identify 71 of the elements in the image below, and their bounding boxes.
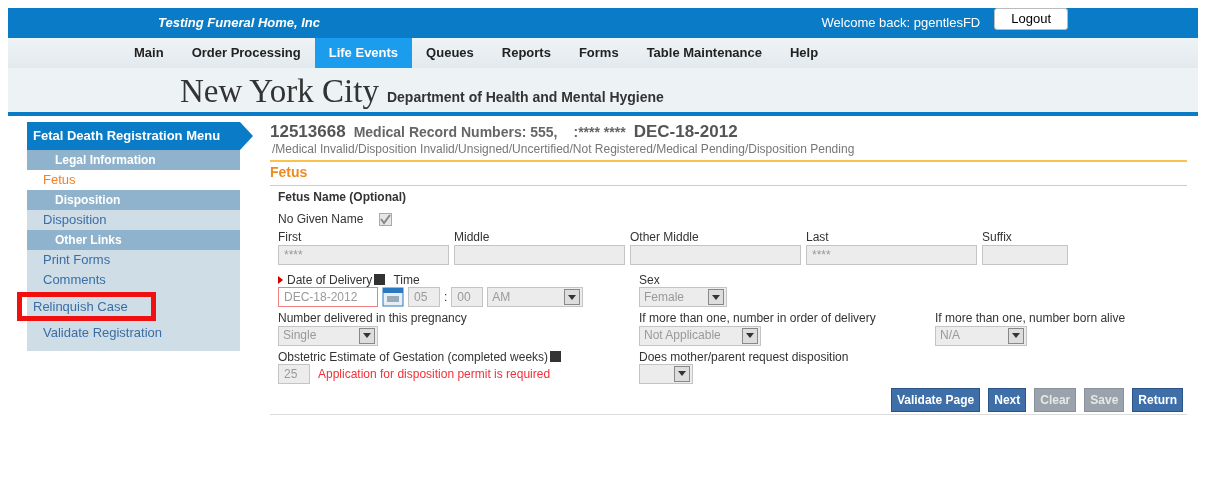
dropdown-value: N/A (940, 328, 960, 343)
nav-tab[interactable]: Table Maintenance (632, 38, 776, 68)
menu-link[interactable]: Fetus (27, 170, 240, 190)
field-label: Last (806, 230, 830, 245)
field-label: If more than one, number in order of delivery (639, 311, 877, 326)
menu-link[interactable]: Validate Registration (27, 323, 240, 343)
calendar-icon[interactable] (382, 287, 404, 308)
dropdown-value: Female (644, 289, 684, 305)
field-label: Middle (454, 230, 491, 245)
nav-tab[interactable]: Main (120, 38, 178, 68)
status-text: /Medical Invalid/Disposition Invalid/Unsigned/Uncertified/Not Registered/Medical Pending/Disposition Pending (270, 142, 1187, 162)
section-title: Fetus (270, 161, 1187, 186)
field-label: First (278, 230, 303, 245)
nav-tab[interactable]: Queues (412, 38, 488, 68)
menu-section-header: Legal Information (27, 150, 240, 171)
input-field[interactable] (454, 244, 625, 265)
field-label: Other Middle (630, 230, 700, 245)
input-field[interactable]: **** (806, 244, 977, 265)
menu-link[interactable]: Comments (27, 269, 240, 290)
field-label: Number delivered in this pregnancy (278, 311, 468, 326)
dropdown[interactable]: AM (487, 287, 584, 308)
action-button[interactable]: Return (1132, 387, 1183, 413)
dropdown[interactable]: Female (639, 287, 727, 308)
field-label: Sex (639, 272, 661, 288)
department-title: Department of Health and Mental Hygiene (386, 89, 664, 108)
checkbox-label: No Given Name (278, 211, 364, 227)
group-label: Fetus Name (Optional) (278, 189, 407, 204)
case-number: 12513668 (270, 122, 346, 143)
nav-tab[interactable]: Reports (487, 38, 565, 68)
minute-field[interactable]: 00 (451, 287, 484, 308)
checkbox[interactable] (379, 212, 393, 226)
input-field[interactable] (982, 244, 1068, 265)
record-numbers: Medical Record Numbers: 555, (353, 124, 558, 141)
case-name: :**** **** (573, 124, 626, 141)
company-name: Testing Funeral Home, Inc (158, 15, 321, 31)
menu-link[interactable]: Disposition (27, 210, 240, 230)
hour-field[interactable]: 05 (408, 287, 440, 308)
field-label: Does mother/parent request disposition (639, 349, 850, 364)
field-label: Obstetric Estimate of Gestation (completed weeks) (278, 349, 549, 364)
input-field[interactable]: 25 (278, 363, 310, 384)
input-field[interactable]: **** (278, 244, 449, 265)
dropdown[interactable]: Single (278, 325, 378, 346)
nav-tab[interactable]: Help (776, 38, 833, 68)
dropdown[interactable]: N/A (935, 325, 1027, 346)
field-label: If more than one, number born alive (935, 311, 1127, 326)
nav-tab[interactable]: Forms (564, 38, 633, 68)
menu-link[interactable]: Relinquish Case (22, 296, 151, 317)
nav-tab[interactable]: Order Processing (177, 38, 315, 68)
menu-link[interactable]: Print Forms (27, 250, 240, 270)
menu-section-header: Disposition (27, 190, 240, 211)
welcome-text: Welcome back: pgentlesFD (821, 15, 981, 31)
dropdown-value: Single (283, 328, 317, 343)
city-title: New York City (180, 75, 379, 108)
nav-tab[interactable]: Life Events (314, 38, 413, 68)
logout-button[interactable]: Logout (994, 8, 1068, 30)
dropdown-value: AM (492, 289, 511, 305)
time-separator: : (444, 289, 448, 305)
input-field[interactable] (630, 244, 801, 265)
error-message: Application for disposition permit is required (318, 366, 551, 382)
dropdown[interactable] (639, 363, 693, 384)
dropdown-value: Not Applicable (644, 328, 721, 343)
menu-section-header: Other Links (27, 229, 240, 251)
field-label: Date of Delivery (287, 272, 373, 288)
case-date: DEC-18-2012 (633, 122, 738, 143)
field-label: Suffix (982, 230, 1013, 245)
action-button[interactable]: Next (988, 387, 1027, 413)
menu-title: Fetal Death Registration Menu (27, 122, 253, 150)
date-field[interactable]: DEC-18-2012 (278, 287, 378, 308)
field-label: Time (393, 272, 420, 288)
dropdown[interactable]: Not Applicable (639, 325, 761, 346)
action-button[interactable]: Validate Page (890, 387, 981, 413)
